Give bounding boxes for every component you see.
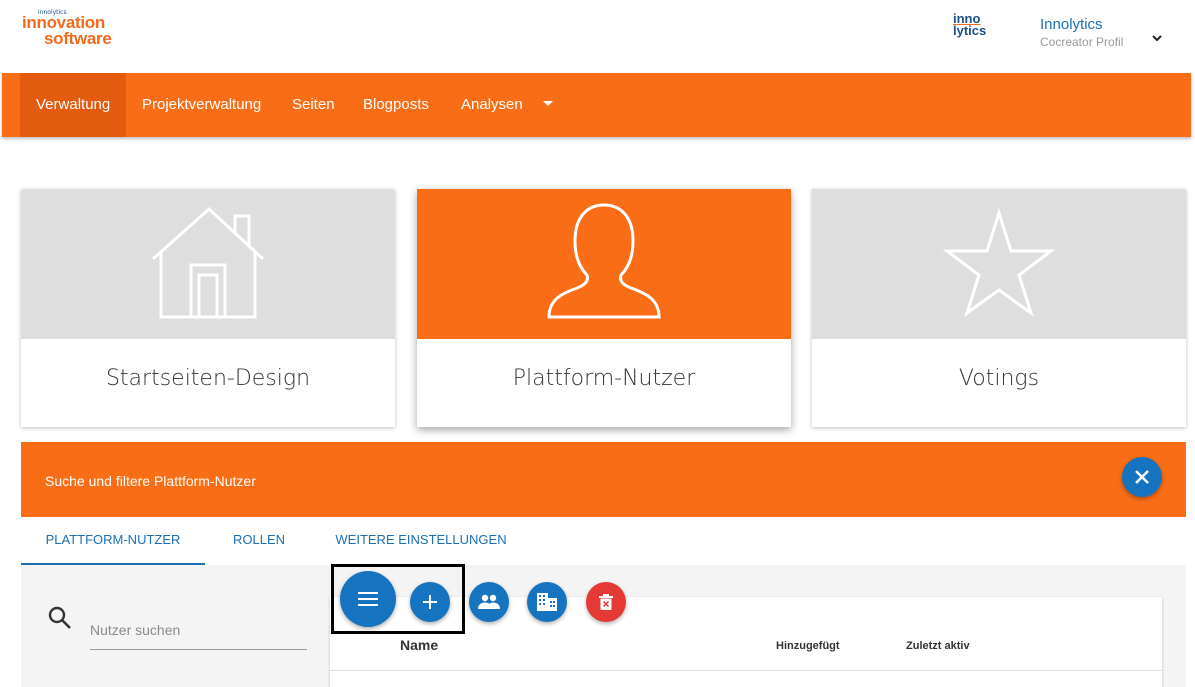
logo-tagline: innolytics: [38, 9, 67, 16]
panel-tabs: PLATTFORM-NUTZER ROLLEN WEITERE EINSTELL…: [21, 517, 1186, 565]
people-icon: [478, 594, 500, 609]
innovation-software-logo[interactable]: innolytics innovation software: [22, 9, 112, 48]
card-label: Votings: [958, 366, 1040, 391]
nav-item-verwaltung[interactable]: Verwaltung: [20, 73, 127, 137]
card-plattform-nutzer[interactable]: Plattform-Nutzer: [417, 189, 791, 427]
profile-menu[interactable]: Innolytics Cocreator Profil: [1040, 16, 1123, 49]
tab-plattform-nutzer[interactable]: PLATTFORM-NUTZER: [21, 517, 205, 565]
card-image-area: [417, 189, 791, 339]
search-panel-title: Suche und filtere Plattform-Nutzer: [45, 473, 256, 489]
delete-button[interactable]: [586, 582, 626, 622]
main-navigation: Verwaltung Projektverwaltung Seiten Blog…: [2, 73, 1191, 137]
card-label: Plattform-Nutzer: [512, 366, 696, 391]
close-icon: [1135, 470, 1149, 484]
card-label: Startseiten-Design: [105, 366, 311, 391]
caret-down-icon[interactable]: [543, 101, 553, 106]
nav-item-projektverwaltung[interactable]: Projektverwaltung: [142, 73, 261, 137]
highlight-box: [331, 564, 465, 634]
search-panel-header: Suche und filtere Plattform-Nutzer: [21, 442, 1186, 517]
chevron-down-icon[interactable]: [1150, 31, 1164, 45]
search-input[interactable]: [90, 610, 307, 650]
column-header-last-active[interactable]: Zuletzt aktiv: [906, 640, 970, 652]
logo-line-2: software: [44, 29, 112, 48]
user-silhouette-icon: [547, 203, 661, 319]
profile-name: Innolytics: [1040, 16, 1103, 33]
brand-logo-bottom: lytics: [953, 23, 987, 39]
tab-rollen[interactable]: ROLLEN: [217, 517, 301, 565]
column-header-added[interactable]: Hinzugefügt: [776, 640, 840, 652]
close-button[interactable]: [1122, 457, 1162, 497]
nav-item-blogposts[interactable]: Blogposts: [363, 73, 429, 137]
top-header: innolytics innovation software inno lyti…: [0, 0, 1195, 72]
star-icon: [942, 208, 1056, 317]
card-startseiten-design[interactable]: Startseiten-Design: [21, 189, 395, 427]
card-votings[interactable]: Votings: [812, 189, 1186, 427]
nav-item-analysen[interactable]: Analysen: [461, 73, 523, 137]
tab-weitere-einstellungen[interactable]: WEITERE EINSTELLUNGEN: [321, 517, 521, 565]
nav-item-seiten[interactable]: Seiten: [292, 73, 335, 137]
table-divider: [330, 670, 1162, 671]
innolytics-brand-logo: inno lytics: [953, 12, 987, 39]
card-image-area: [21, 189, 395, 339]
trash-icon: [599, 594, 613, 610]
profile-role: Cocreator Profil: [1040, 35, 1124, 49]
card-image-area: [812, 189, 1186, 339]
building-icon: [537, 593, 557, 611]
column-header-name[interactable]: Name: [400, 637, 438, 653]
house-icon: [152, 206, 265, 319]
groups-button[interactable]: [469, 582, 509, 622]
search-icon: [48, 606, 71, 629]
organization-button[interactable]: [527, 582, 567, 622]
